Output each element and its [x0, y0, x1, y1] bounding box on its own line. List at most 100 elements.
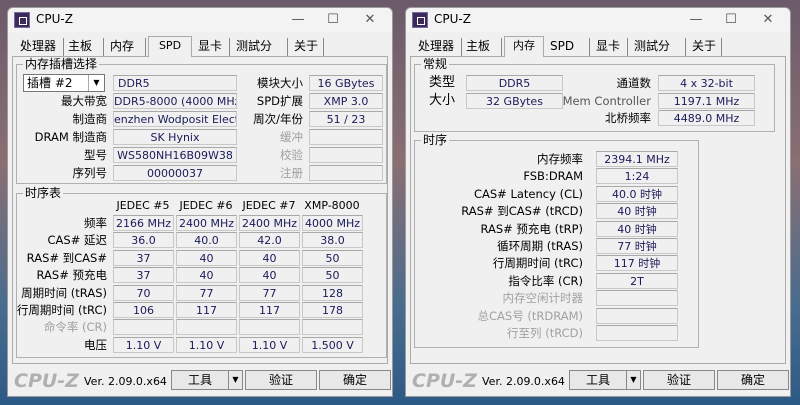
timing-value [239, 319, 300, 336]
tools-dropdown-button[interactable]: ▼ [228, 370, 243, 390]
tab-6[interactable]: 关于 [688, 38, 722, 56]
close-button[interactable]: ✕ [753, 10, 783, 30]
timing-label: RAS# 预充电 (tRP) [480, 221, 583, 236]
minimize-button[interactable]: — [283, 10, 313, 30]
timing-label: CAS# Latency (CL) [473, 186, 583, 201]
tab-1[interactable]: 主板 [462, 38, 502, 56]
timing-label: 内存频率 [537, 152, 583, 166]
validate-button[interactable]: 验证 [643, 370, 715, 390]
tab-3[interactable]: SPD [546, 38, 590, 56]
tools-button[interactable]: 工具 [569, 370, 627, 390]
slot-select-value: 插槽 #2 [27, 76, 73, 90]
spd-label: 最大带宽 [61, 94, 107, 108]
version-label: Ver. 2.09.0.x64 [84, 375, 167, 388]
tab-5[interactable]: 测試分數 [630, 38, 686, 70]
close-button[interactable]: ✕ [355, 10, 385, 30]
spd-label: SPD扩展 [256, 94, 303, 108]
tab-3[interactable]: SPD [148, 36, 192, 57]
timing-value [596, 307, 678, 324]
ok-button[interactable]: 确定 [319, 370, 391, 390]
timing-value: 40 时钟 [596, 203, 678, 220]
timing-label: 总CAS号 (tRDRAM) [477, 308, 584, 323]
timing-label: 循环周期 (tRAS) [497, 239, 583, 253]
memory-label: 北桥频率 [605, 111, 651, 125]
spd-label: 校验 [280, 148, 303, 162]
window-title: CPU-Z [36, 12, 73, 26]
timing-value: 40 [176, 267, 237, 284]
slot-group-title: 内存插槽选择 [23, 57, 100, 71]
tools-dropdown-button[interactable]: ▼ [626, 370, 641, 390]
window-title: CPU-Z [434, 12, 471, 26]
spd-label: 周次/年份 [253, 112, 303, 126]
timing-value: 2400 MHz [239, 215, 300, 231]
cpuz-app-icon [412, 12, 428, 28]
timing-column-header: JEDEC #7 [242, 199, 296, 212]
timing-value: 50 [302, 267, 363, 284]
spd-label: DRAM 制造商 [34, 130, 107, 144]
spd-value: DDR5-8000 (4000 MHz) [113, 93, 237, 109]
timing-value: 40 时钟 [596, 220, 678, 237]
tab-2[interactable]: 内存 [504, 36, 544, 57]
spd-label: 注册 [280, 166, 303, 180]
ok-button[interactable]: 确定 [717, 370, 789, 390]
timing-row-label: RAS# 到CAS# [26, 250, 107, 265]
tab-0[interactable]: 处理器 [16, 38, 64, 56]
timing-row-label: CAS# 延迟 [47, 233, 108, 248]
spd-value: XMP 3.0 [309, 93, 383, 109]
tab-5[interactable]: 测試分數 [232, 38, 288, 70]
timing-label: 内存空闲计时器 [502, 291, 584, 306]
timing-value: 2400 MHz [176, 215, 237, 231]
timing-label: 行至列 (tRCD) [507, 326, 583, 340]
slot-selection-group: 内存插槽选择插槽 #2 ▼ DDR5 最大带宽 DDR5-8000 (4000 MHz)… [16, 57, 387, 184]
tab-bar: 处理器主板内存SPD显卡测試分數关于 [12, 36, 388, 70]
tab-4[interactable]: 显卡 [194, 38, 230, 56]
tab-2[interactable]: 内存 [106, 38, 146, 56]
timing-value: 1.500 V [302, 336, 363, 353]
minimize-button[interactable]: — [681, 10, 711, 30]
tab-4[interactable]: 显卡 [592, 38, 628, 56]
timing-value [176, 319, 237, 336]
tab-content-panel: 内存插槽选择插槽 #2 ▼ DDR5 最大带宽 DDR5-8000 (4000 MHz)… [12, 56, 388, 364]
spd-value [309, 165, 383, 181]
cpuz-window-memory: CPU-Z —☐ ✕ 处理器主板内存SPD显卡测試分數关于常规类型 DDR5 大小 32 G… [405, 7, 791, 397]
timing-value: 40 [239, 267, 300, 284]
chevron-down-icon: ▼ [88, 75, 104, 91]
tab-6[interactable]: 关于 [290, 38, 324, 56]
spd-value: enzhen Wodposit Electroni [113, 111, 237, 127]
timing-value [302, 319, 363, 336]
cpuz-logo: CPU-Z [412, 370, 477, 392]
memory-value: 1197.1 MHz [658, 92, 755, 109]
tab-1[interactable]: 主板 [64, 38, 104, 56]
timing-label: 指令比率 (CR) [508, 273, 583, 288]
timing-value: 2T [596, 272, 678, 289]
tab-0[interactable]: 处理器 [414, 38, 462, 56]
memory-label: 类型 [429, 75, 456, 90]
timing-value: 40 [176, 249, 237, 266]
spd-value: 51 / 23 [309, 111, 383, 127]
maximize-button[interactable]: ☐ [318, 10, 348, 30]
timing-value: 70 [113, 284, 174, 301]
timing-value [113, 319, 174, 336]
timing-value: 40.0 [176, 232, 237, 249]
maximize-button[interactable]: ☐ [716, 10, 746, 30]
validate-button[interactable]: 验证 [245, 370, 317, 390]
timing-column-header: XMP-8000 [304, 199, 360, 212]
spd-label: 型号 [84, 148, 107, 162]
timing-value: 40.0 时钟 [596, 185, 678, 202]
tools-button[interactable]: 工具 [171, 370, 229, 390]
timing-value: 38.0 [302, 232, 363, 249]
memory-label: 通道数 [616, 76, 652, 90]
timing-value: 40 [239, 249, 300, 266]
slot-select[interactable]: 插槽 #2 ▼ [23, 74, 105, 92]
timing-value: 42.0 [239, 232, 300, 249]
timing-value: 1.10 V [239, 336, 300, 353]
memory-value: 4489.0 MHz [658, 110, 755, 126]
module-type-field: DDR5 [113, 75, 237, 91]
timing-value: 117 时钟 [596, 255, 678, 272]
tab-bar: 处理器主板内存SPD显卡测試分數关于 [410, 36, 786, 70]
spd-label: 制造商 [72, 112, 108, 126]
timing-row-label: 电压 [84, 337, 107, 352]
memory-value: DDR5 [466, 75, 563, 91]
tab-content-panel: 常规 类型 DDR5 大小 32 GBytes 通道数 4 x 32-bit Mem Cont… [410, 56, 786, 364]
footer-bar: CPU-Z Ver. 2.09.0.x64 工具 ▼ 验证 确定 [8, 366, 392, 396]
